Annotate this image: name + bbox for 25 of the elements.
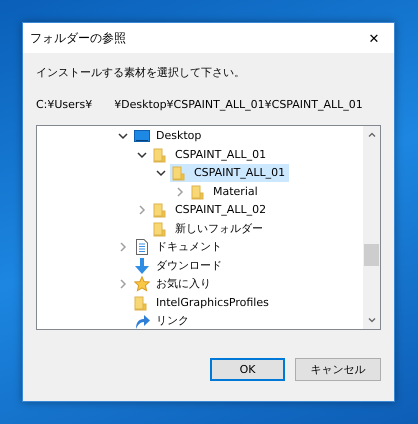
path-text: C:¥Users¥: [36, 98, 92, 111]
document-icon: [134, 239, 150, 256]
tree-item[interactable]: CSPAINT_ALL_01: [175, 148, 266, 161]
scrollbar-thumb[interactable]: [364, 244, 379, 266]
tree-item[interactable]: Material: [213, 186, 258, 198]
vertical-scrollbar[interactable]: [363, 126, 380, 329]
tree-item[interactable]: リンク: [156, 315, 189, 328]
path-text: ¥Desktop¥CSPAINT_ALL_01¥CSPAINT_ALL_01: [114, 98, 363, 111]
tree-item[interactable]: Desktop: [156, 130, 202, 142]
shortcut-arrow-icon: [134, 313, 150, 329]
tree-item[interactable]: ダウンロード: [156, 260, 222, 272]
cancel-button[interactable]: キャンセル: [295, 358, 381, 381]
tree-item[interactable]: 新しいフォルダー: [175, 222, 263, 235]
ok-button[interactable]: OK: [210, 358, 285, 381]
tree-item[interactable]: お気に入り: [156, 278, 211, 290]
instruction-text: インストールする素材を選択して下さい。: [36, 65, 246, 80]
tree-item[interactable]: CSPAINT_ALL_02: [175, 204, 266, 216]
window-title: フォルダーの参照: [30, 30, 126, 46]
scroll-down-icon[interactable]: [366, 315, 376, 325]
tree-item[interactable]: ドキュメント: [156, 241, 222, 254]
monitor-icon: [134, 128, 150, 144]
tree-item[interactable]: IntelGraphicsProfiles: [156, 296, 269, 309]
download-arrow-icon: [134, 258, 150, 274]
star-icon: [134, 276, 150, 292]
close-button[interactable]: ✕: [354, 23, 394, 53]
